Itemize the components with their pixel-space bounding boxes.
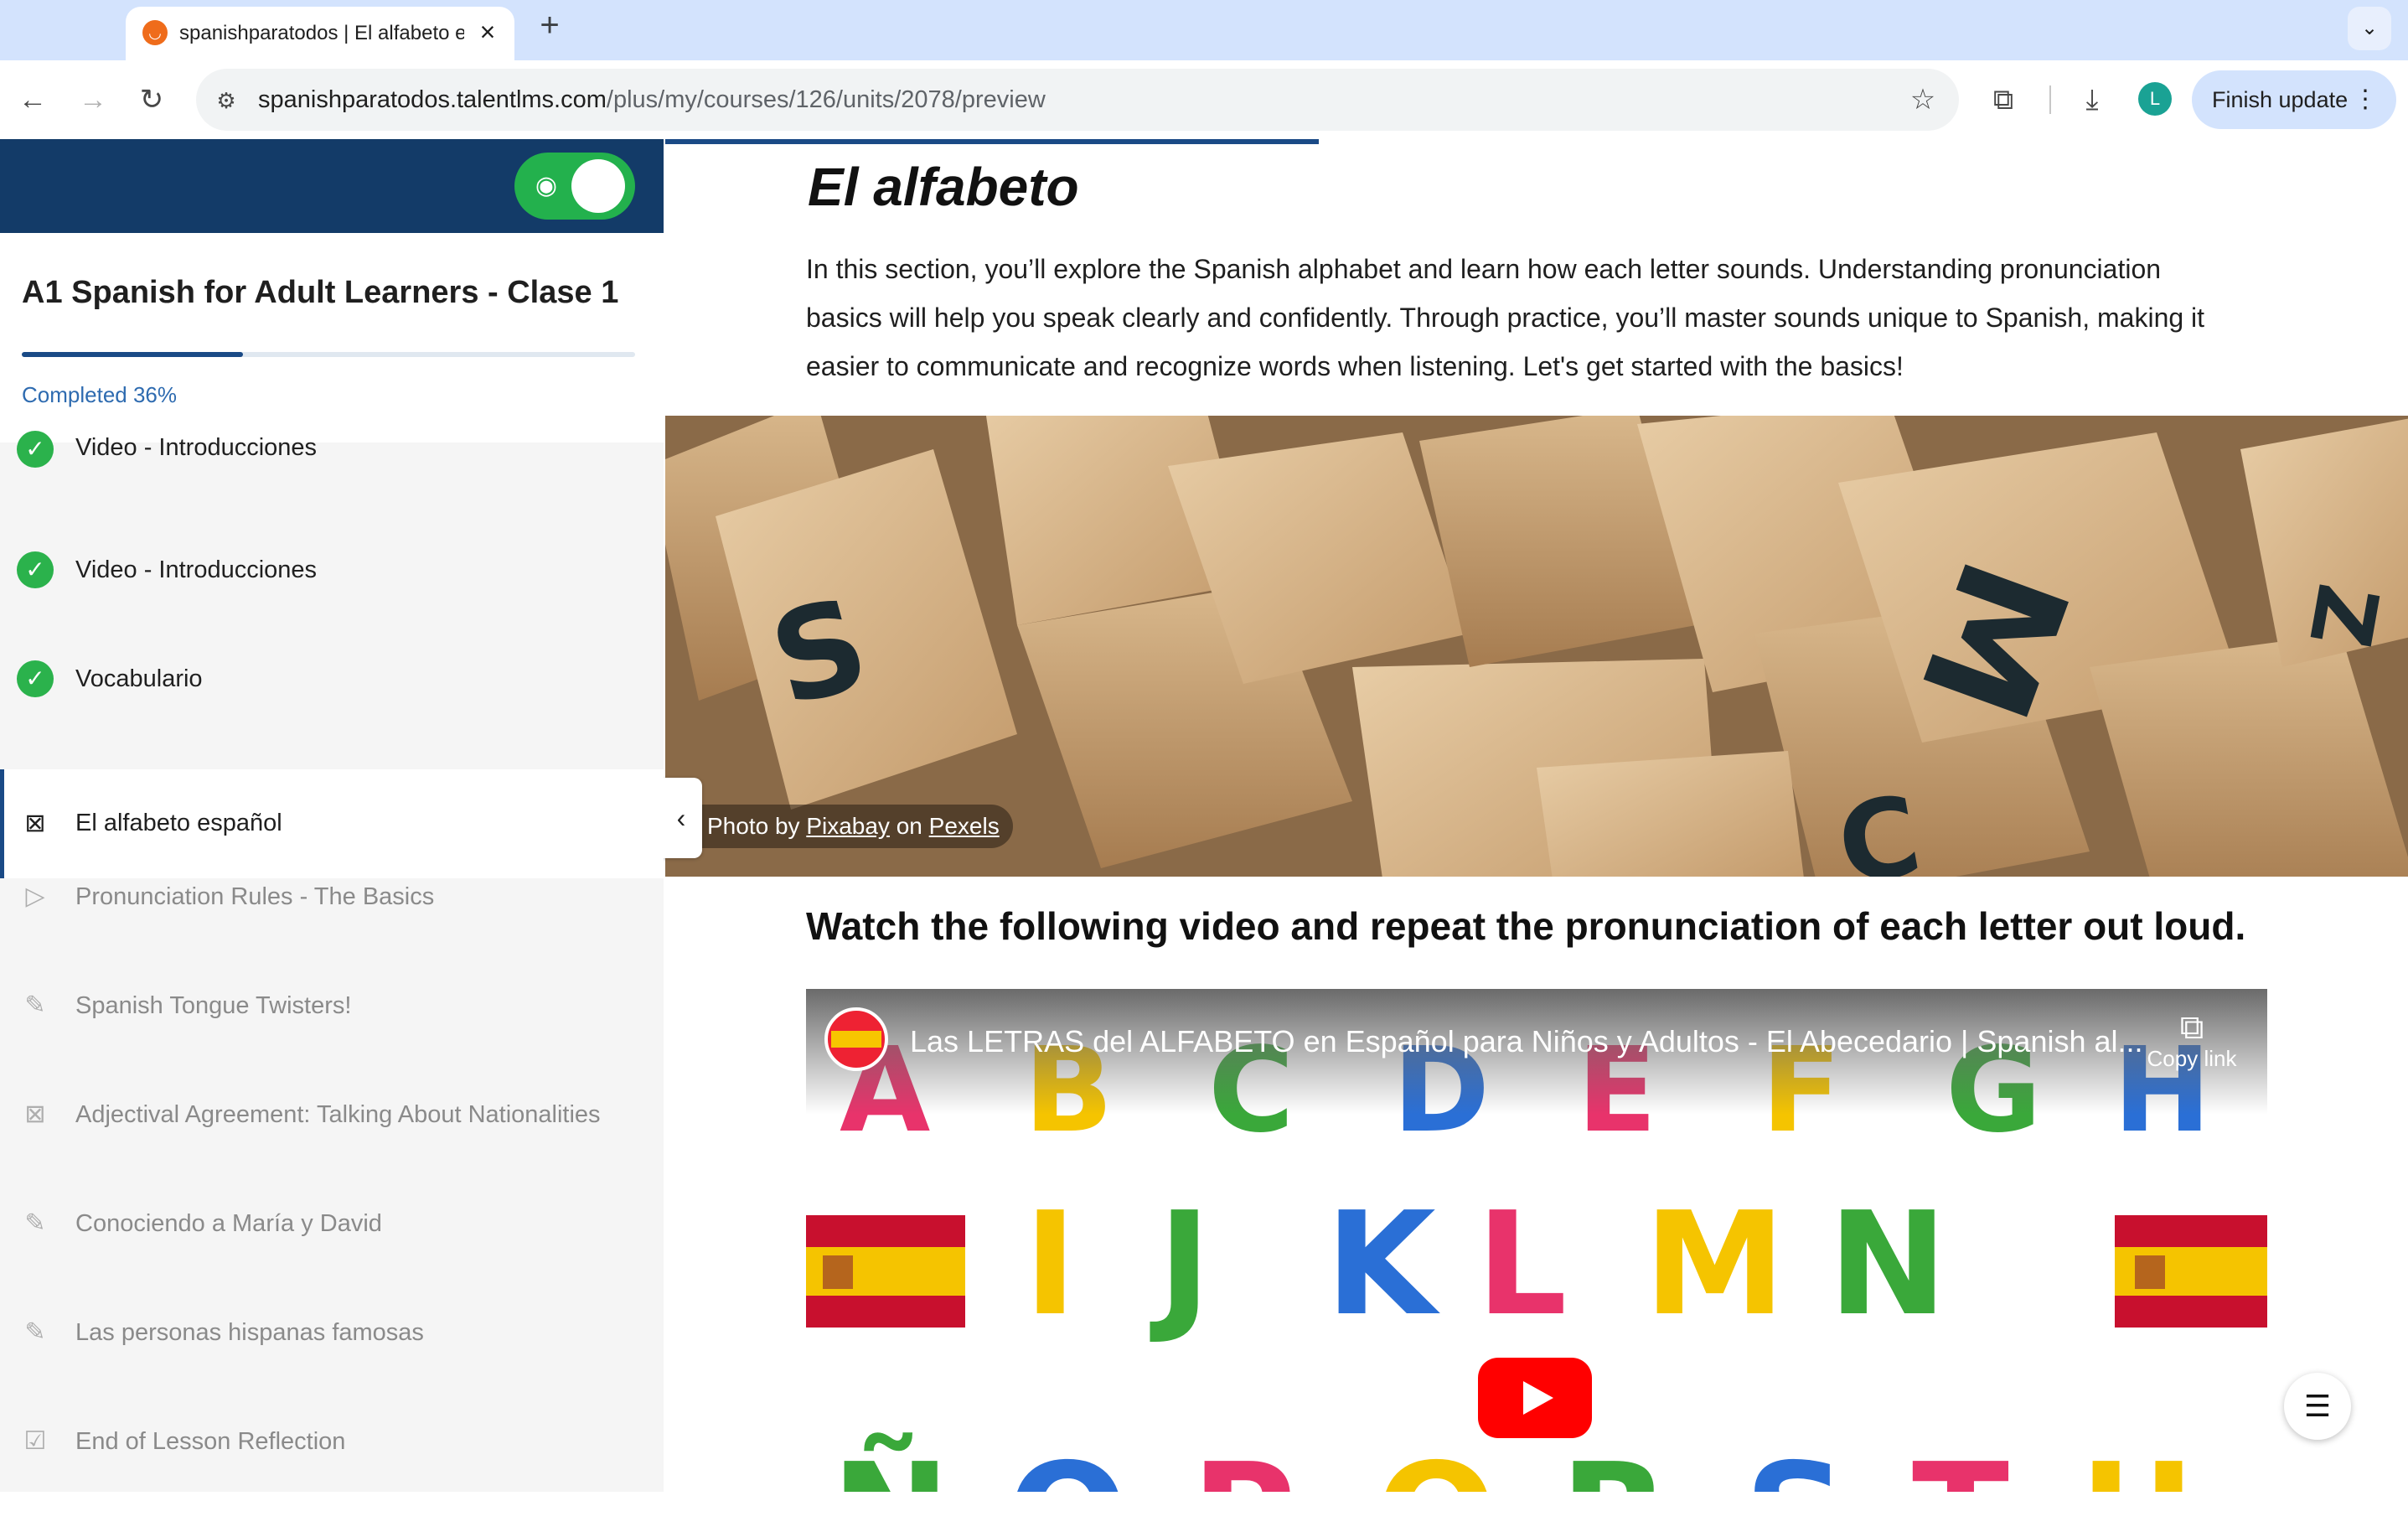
unit-label: Las personas hispanas famosas [75,1319,424,1346]
unit-item[interactable]: ✓ Video - Introducciones [0,431,664,551]
pencil-icon: ✎ [24,991,46,1019]
forward-arrow-icon[interactable]: → [72,79,114,121]
check-icon: ✓ [17,660,54,697]
new-tab-button[interactable]: + [530,5,570,45]
close-tab-icon[interactable]: × [471,15,504,49]
browser-tab[interactable]: ◡ spanishparatodos | El alfabeto español… [126,7,514,60]
check-icon: ✓ [17,551,54,588]
unit-item[interactable]: ✎ Conociendo a María y David [0,1205,664,1314]
presentation-icon: ⊠ [24,1100,46,1128]
video-letter: Q [1376,1433,1497,1492]
preview-toggle[interactable]: ◉ [514,153,635,220]
unit-label: Conociendo a María y David [75,1210,382,1237]
reload-icon[interactable]: ↻ [131,79,173,121]
address-bar[interactable]: ⚙ spanishparatodos.talentlms.com/plus/my… [196,69,1959,131]
video-letter: P [1191,1433,1296,1492]
unit-item[interactable]: ✓ Vocabulario [0,660,664,769]
pencil-icon: ✎ [24,1209,46,1237]
video-letter: O [1007,1433,1129,1492]
site-settings-icon[interactable]: ⚙ [211,85,241,116]
video-letter: I [1024,1182,1077,1348]
url-text[interactable]: spanishparatodos.talentlms.com/plus/my/c… [258,86,1046,114]
video-letter: R [1560,1433,1670,1492]
check-icon: ✓ [17,431,54,468]
tab-title: spanishparatodos | El alfabeto español [179,22,464,44]
youtube-play-button[interactable] [1478,1358,1592,1438]
unit-item[interactable]: ☑ End of Lesson Reflection [0,1423,664,1532]
profile-avatar[interactable]: L [2138,82,2172,116]
unit-list: ✓ Video - Introducciones ✓ Video - Introdu… [0,431,664,1532]
pencil-icon: ✎ [24,1318,46,1346]
unit-item[interactable]: ✎ Las personas hispanas famosas [0,1314,664,1423]
bookmark-star-icon[interactable]: ☆ [1904,80,1942,119]
unit-content: El alfabeto In this section, you’ll expl… [664,139,2408,1492]
video-letter: N [1828,1182,1948,1348]
channel-avatar[interactable] [824,1007,888,1071]
course-sidebar: ◉ A1 Spanish for Adult Learners - Clase … [0,139,664,1492]
sidebar-header: ◉ [0,139,664,233]
video-letter: L [1476,1182,1568,1348]
unit-label: Pronunciation Rules - The Basics [75,883,435,910]
table-of-contents-icon[interactable]: ☰ [2284,1373,2351,1440]
course-progress-fill [22,352,243,357]
completed-label: Completed 36% [22,382,177,407]
hero-image-wood-tiles: S M Z C Photo by Pixabay on Pexels [665,416,2408,877]
credit-site-link[interactable]: Pexels [929,813,1000,839]
course-title: A1 Spanish for Adult Learners - Clase 1 [22,275,619,310]
unit-label: El alfabeto español [75,810,282,836]
toggle-knob [571,159,625,213]
video-letter: Ñ [831,1433,950,1492]
presentation-icon: ⊠ [24,810,46,837]
unit-title: El alfabeto [808,157,1079,217]
unit-item[interactable]: ✓ Video - Introducciones [0,551,664,660]
spain-flag-right [2115,1215,2267,1328]
video-letter: K [1325,1182,1436,1348]
eye-icon: ◉ [535,172,558,199]
toolbar-divider [2049,85,2051,114]
kebab-menu-icon[interactable]: ⋮ [2353,70,2378,129]
browser-toolbar: ← → ↻ ⚙ spanishparatodos.talentlms.com/p… [0,60,2408,139]
download-icon[interactable]: ⤓ [2073,80,2111,119]
extensions-puzzle-icon[interactable]: ⧉ [1984,80,2023,119]
video-letter: J [1158,1182,1212,1348]
unit-item[interactable]: ⊠ Adjectival Agreement: Talking About Nat… [0,1096,664,1205]
youtube-video-embed[interactable]: ABCDEFGHIJKLMNÑOPQRSTU Las LETRAS del AL… [806,989,2267,1492]
video-title[interactable]: Las LETRAS del ALFABETO en Español para … [910,1024,2143,1059]
video-letter: U [2080,1433,2195,1492]
credit-author-link[interactable]: Pixabay [806,813,890,839]
video-letter: T [1912,1433,2009,1492]
spain-flag-left [806,1215,965,1328]
back-arrow-icon[interactable]: ← [12,79,54,121]
copy-icon: ⧉ [2179,1009,2204,1046]
chat-check-icon: ☑ [23,1427,47,1455]
unit-label: Vocabulario [75,665,203,692]
course-progress-bar [22,352,635,357]
unit-label: End of Lesson Reflection [75,1428,346,1455]
unit-item[interactable]: ✎ Spanish Tongue Twisters! [0,987,664,1096]
photo-credit: Photo by Pixabay on Pexels [700,805,1013,848]
video-title-bar: Las LETRAS del ALFABETO en Español para … [806,989,2267,1115]
collapse-sidebar-chevron-icon[interactable]: ‹ [664,778,702,858]
unit-item[interactable]: ▷ Pronunciation Rules - The Basics [0,878,664,987]
loading-bar [665,139,1319,144]
video-letter: M [1644,1182,1786,1348]
video-instruction: Watch the following video and repeat the… [806,904,2246,948]
browser-tab-bar: ◡ spanishparatodos | El alfabeto español… [0,0,2408,60]
course-info: A1 Spanish for Adult Learners - Clase 1 … [0,233,664,443]
unit-label: Video - Introducciones [75,434,318,461]
copy-link-button[interactable]: ⧉ Copy link [2133,1009,2250,1072]
play-icon: ▷ [25,882,45,910]
tab-search-chevron-icon[interactable]: ⌄ [2348,7,2391,50]
finish-update-button[interactable]: Finish update ⋮ [2192,70,2396,129]
unit-label: Video - Introducciones [75,556,318,583]
unit-label: Spanish Tongue Twisters! [75,992,352,1019]
unit-label: Adjectival Agreement: Talking About Nati… [75,1101,601,1128]
smile-favicon-icon: ◡ [142,20,168,45]
video-letter: S [1744,1433,1847,1492]
unit-item-active[interactable]: ⊠ El alfabeto español [0,769,664,878]
intro-paragraph: In this section, you’ll explore the Span… [806,254,2205,381]
